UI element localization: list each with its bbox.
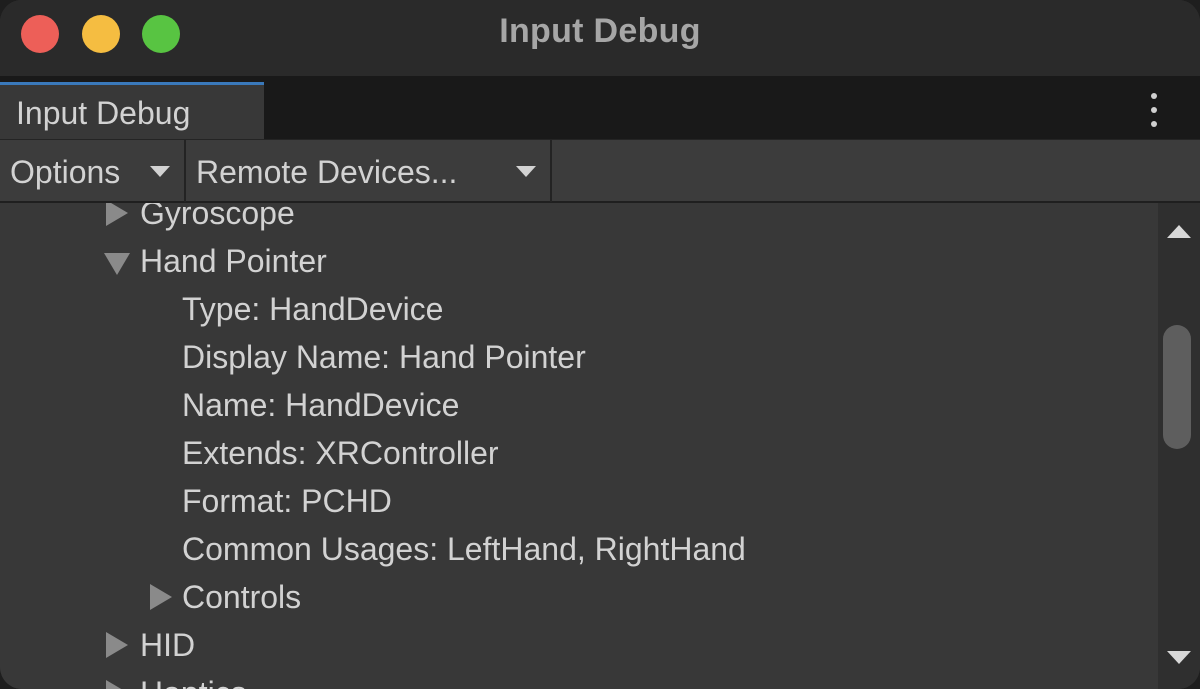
property-label: Name: HandDevice (182, 387, 460, 423)
tree-item-label: Haptics (140, 675, 247, 689)
scrollbar-thumb[interactable] (1163, 325, 1191, 449)
scroll-up-icon[interactable] (1167, 225, 1191, 238)
expand-arrow-icon[interactable] (106, 632, 128, 658)
options-dropdown[interactable]: Options (0, 140, 186, 202)
expand-arrow-icon[interactable] (150, 584, 172, 610)
chevron-down-icon (150, 166, 170, 177)
tree-item-label: HID (140, 627, 196, 663)
input-debug-window: Input Debug Input Debug Options Remote D… (0, 0, 1200, 689)
tree-item-label: Gyroscope (140, 203, 295, 231)
expand-arrow-icon[interactable] (106, 203, 128, 226)
device-tree: Gyroscope Hand Pointer Type: HandDevice … (0, 203, 1158, 689)
options-label: Options (10, 154, 121, 190)
title-bar: Input Debug (0, 0, 1200, 76)
property-label: Common Usages: LeftHand, RightHand (182, 531, 746, 567)
toolbar: Options Remote Devices... (0, 139, 1200, 203)
tree-item-label: Controls (182, 579, 302, 615)
property-label: Extends: XRController (182, 435, 499, 471)
tree-item-label: Hand Pointer (140, 243, 327, 279)
more-options-icon[interactable] (1147, 93, 1161, 127)
property-label: Type: HandDevice (182, 291, 444, 327)
collapse-arrow-icon[interactable] (104, 253, 130, 275)
property-label: Format: PCHD (182, 483, 392, 519)
expand-arrow-icon[interactable] (106, 680, 128, 689)
vertical-scrollbar[interactable] (1158, 203, 1200, 689)
chevron-down-icon (516, 166, 536, 177)
tab-bar: Input Debug (0, 76, 1200, 139)
remote-devices-dropdown[interactable]: Remote Devices... (186, 140, 552, 202)
window-title: Input Debug (499, 12, 701, 50)
property-label: Display Name: Hand Pointer (182, 339, 586, 375)
remote-devices-label: Remote Devices... (196, 154, 458, 190)
tab-input-debug[interactable]: Input Debug (0, 82, 264, 139)
scroll-down-icon[interactable] (1167, 651, 1191, 664)
